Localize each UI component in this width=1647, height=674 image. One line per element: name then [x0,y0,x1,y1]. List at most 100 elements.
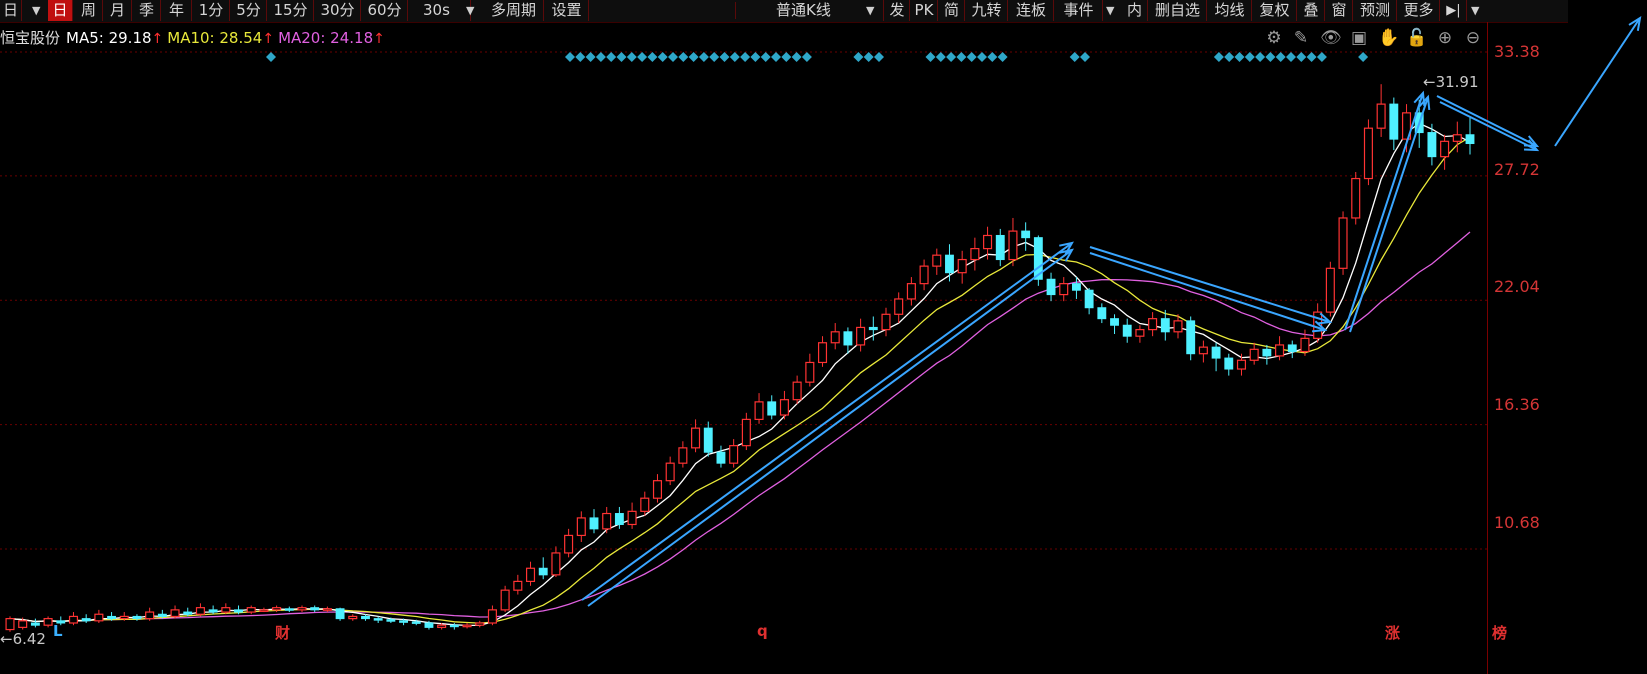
event-marker-diamond [729,52,740,62]
candle-up [1376,103,1386,129]
candle-down [132,615,142,620]
candle-up [1236,359,1247,370]
candle-down [1287,344,1297,353]
candle-up [894,298,904,315]
event-marker-diamond [606,52,617,62]
candle-up [830,331,840,344]
candle-up [475,622,485,626]
event-marker-diamond [1080,52,1090,62]
event-marker-diamond [1213,52,1224,62]
event-marker-diamond [1306,52,1317,62]
candle-up [779,399,789,416]
candle-up [119,615,129,620]
candle-up [487,609,497,624]
candle-up [5,618,15,631]
candle-down [107,615,117,620]
event-marker-diamond [1224,52,1235,62]
candle-up [754,401,764,420]
event-flag[interactable]: L [53,622,63,640]
candle-down [335,608,345,620]
event-marker-diamond [863,52,874,62]
candle-up [1363,127,1373,180]
candle-down [1465,134,1475,145]
event-marker-diamond [771,52,781,62]
candle-up [551,552,561,576]
kline-chart[interactable] [0,0,1647,674]
candle-up [1059,283,1069,296]
candle-up [602,512,612,530]
trend-arrow-down-2b [1439,101,1538,151]
candle-up [1249,348,1259,361]
candle-down [868,326,878,331]
event-marker-diamond [987,52,998,62]
candle-up [957,258,967,274]
event-flag[interactable]: 财 [275,622,290,643]
candle-down [449,624,459,628]
max-price-label: ←31.91 [1423,73,1479,91]
candle-up [195,607,205,615]
candle-up [881,313,891,331]
candle-up [741,418,751,447]
event-marker-diamond [719,52,730,62]
candle-up [792,381,802,401]
candle-down [767,401,777,416]
y-tick-label: 22.04 [1494,277,1540,296]
event-flag[interactable]: 涨 [1385,622,1400,643]
event-marker-diamond [791,52,802,62]
candle-down [411,621,421,624]
event-marker-diamond [750,52,761,62]
event-marker-diamond [585,52,596,62]
trend-arrow-up-3 [1554,17,1641,147]
event-marker-diamond [1316,52,1327,62]
event-marker-diamond [647,52,658,62]
candle-up [856,326,866,346]
candle-down [157,613,167,617]
candle-up [1351,177,1361,219]
candle-down [424,622,434,628]
event-marker-diamond [688,52,699,62]
event-marker-diamond [956,52,967,62]
trend-arrow-down-2 [1436,95,1538,147]
candle-up [272,607,282,611]
candle-down [386,619,396,622]
candle-up [906,283,916,300]
candle-down [1046,278,1056,296]
event-marker-diamond [1296,52,1307,62]
event-marker-diamond [565,52,575,62]
candle-down [234,609,243,613]
candle-up [1173,320,1183,333]
candle-up [348,615,358,620]
candle-up [221,607,231,613]
event-flag[interactable]: q [757,622,768,640]
candle-up [437,624,447,628]
event-marker-diamond [925,52,936,62]
candle-down [183,611,193,615]
candle-up [729,445,739,464]
candle-down [81,618,91,622]
trend-arrow-up-1 [581,242,1073,601]
candle-down [208,609,218,613]
candle-up [500,589,510,611]
event-flag[interactable]: 榜 [1492,622,1507,643]
candle-up [94,613,104,622]
candle-up [68,615,79,624]
y-tick-label: 33.38 [1494,42,1540,61]
candle-up [246,607,256,613]
trend-arrow-down-1b [1089,252,1326,331]
candle-up [640,497,650,512]
y-tick-label: 10.68 [1494,513,1540,532]
event-marker-diamond [997,52,1008,62]
event-marker-diamond [709,52,720,62]
candle-down [945,254,954,274]
candle-down [589,517,599,530]
event-marker-diamond [977,52,987,62]
candle-down [284,608,294,611]
candle-up [297,607,307,611]
candle-down [1021,230,1031,239]
candle-up [665,462,675,482]
event-marker-diamond [946,52,957,62]
candle-up [43,618,53,626]
candle-up [983,234,993,250]
candle-down [1186,320,1196,355]
event-marker-diamond [637,52,648,62]
